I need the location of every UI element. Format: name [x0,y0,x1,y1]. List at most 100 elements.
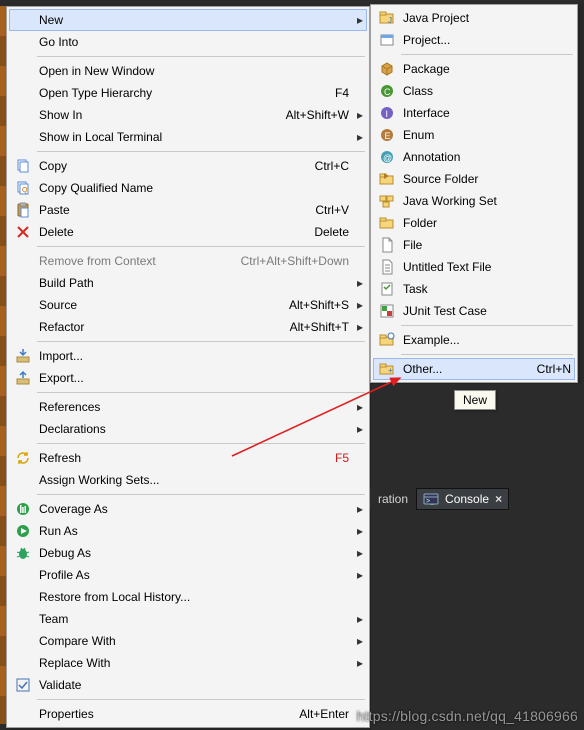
menu-item-open-type-hierarchy[interactable]: Open Type Hierarchy F4 [9,82,367,104]
submenu-arrow-icon: ▸ [349,298,363,312]
menu-item-profile-as[interactable]: Profile As ▸ [9,564,367,586]
menu-item-accel: F5 [335,451,349,465]
menu-item-label: Refactor [39,320,280,334]
menu-item-accel: Ctrl+Alt+Shift+Down [241,254,349,268]
blank-icon [13,63,33,79]
submenu-item-file[interactable]: File [373,234,575,256]
tab-console[interactable]: >_ Console × [416,488,509,510]
submenu-arrow-icon: ▸ [349,656,363,670]
menu-item-debug-as[interactable]: Debug As ▸ [9,542,367,564]
menu-item-go-into[interactable]: Go Into [9,31,367,53]
copy-icon [13,158,33,174]
submenu-arrow-icon: ▸ [349,130,363,144]
menu-separator [37,246,365,247]
menu-item-refresh[interactable]: Refresh F5 [9,447,367,469]
tab-bar: ration >_ Console × [370,488,584,510]
menu-item-paste[interactable]: Paste Ctrl+V [9,199,367,221]
submenu-item-class[interactable]: C Class [373,80,575,102]
menu-item-source[interactable]: Source Alt+Shift+S ▸ [9,294,367,316]
menu-item-open-new-window[interactable]: Open in New Window [9,60,367,82]
menu-item-label: Java Working Set [403,194,571,208]
menu-item-label: Replace With [39,656,349,670]
menu-item-new[interactable]: New ▸ [9,9,367,31]
blank-icon [13,399,33,415]
menu-separator [37,494,365,495]
menu-item-label: Validate [39,678,349,692]
submenu-item-java-working-set[interactable]: Java Working Set [373,190,575,212]
menu-separator [401,325,573,326]
submenu-item-source-folder[interactable]: Source Folder [373,168,575,190]
menu-item-label: Paste [39,203,305,217]
menu-item-assign-working-sets[interactable]: Assign Working Sets... [9,469,367,491]
annotation-icon: @ [377,149,397,165]
menu-item-label: Example... [403,333,571,347]
copy-qualified-icon: Q [13,180,33,196]
menu-item-team[interactable]: Team ▸ [9,608,367,630]
tab-partial-label[interactable]: ration [370,489,416,509]
menu-item-compare-with[interactable]: Compare With ▸ [9,630,367,652]
submenu-item-folder[interactable]: Folder [373,212,575,234]
submenu-arrow-icon: ▸ [349,320,363,334]
menu-item-label: Folder [403,216,571,230]
menu-separator [37,443,365,444]
menu-item-show-in-local-terminal[interactable]: Show in Local Terminal ▸ [9,126,367,148]
menu-item-declarations[interactable]: Declarations ▸ [9,418,367,440]
submenu-item-untitled-text-file[interactable]: Untitled Text File [373,256,575,278]
blank-icon [13,655,33,671]
menu-item-label: Show in Local Terminal [39,130,349,144]
menu-item-properties[interactable]: Properties Alt+Enter [9,703,367,725]
menu-item-copy-qualified-name[interactable]: Q Copy Qualified Name [9,177,367,199]
submenu-item-interface[interactable]: I Interface [373,102,575,124]
menu-item-refactor[interactable]: Refactor Alt+Shift+T ▸ [9,316,367,338]
menu-item-label: Other... [403,362,527,376]
menu-item-references[interactable]: References ▸ [9,396,367,418]
menu-item-label: Import... [39,349,349,363]
menu-item-label: Coverage As [39,502,349,516]
submenu-item-package[interactable]: Package [373,58,575,80]
menu-item-label: Declarations [39,422,349,436]
submenu-arrow-icon: ▸ [349,422,363,436]
menu-item-restore-local-history[interactable]: Restore from Local History... [9,586,367,608]
submenu-item-java-project[interactable]: J Java Project [373,7,575,29]
blank-icon [13,297,33,313]
menu-item-build-path[interactable]: Build Path ▸ [9,272,367,294]
menu-item-label: Untitled Text File [403,260,571,274]
blank-icon [13,129,33,145]
submenu-item-annotation[interactable]: @ Annotation [373,146,575,168]
submenu-arrow-icon: ▸ [349,108,363,122]
watermark: https://blog.csdn.net/qq_41806966 [357,708,578,724]
menu-item-delete[interactable]: Delete Delete [9,221,367,243]
menu-item-label: Open in New Window [39,64,349,78]
editor-background [370,384,584,730]
menu-item-label: New [39,13,349,27]
blank-icon [13,34,33,50]
submenu-item-junit-test-case[interactable]: JUnit Test Case [373,300,575,322]
blank-icon [13,472,33,488]
blank-icon [13,275,33,291]
submenu-item-task[interactable]: Task [373,278,575,300]
blank-icon [13,85,33,101]
menu-item-coverage-as[interactable]: Coverage As ▸ [9,498,367,520]
tab-close-icon[interactable]: × [495,492,502,506]
menu-item-replace-with[interactable]: Replace With ▸ [9,652,367,674]
submenu-item-example[interactable]: Example... [373,329,575,351]
menu-item-export[interactable]: Export... [9,367,367,389]
menu-item-validate[interactable]: Validate [9,674,367,696]
svg-text:E: E [385,131,391,141]
submenu-item-other[interactable]: + Other... Ctrl+N [373,358,575,380]
menu-item-label: Java Project [403,11,571,25]
menu-item-remove-from-context[interactable]: Remove from Context Ctrl+Alt+Shift+Down [9,250,367,272]
svg-text:@: @ [383,153,392,163]
menu-item-show-in[interactable]: Show In Alt+Shift+W ▸ [9,104,367,126]
menu-separator [401,354,573,355]
menu-item-label: Enum [403,128,571,142]
submenu-item-enum[interactable]: E Enum [373,124,575,146]
menu-item-copy[interactable]: Copy Ctrl+C [9,155,367,177]
menu-item-run-as[interactable]: Run As ▸ [9,520,367,542]
blank-icon [13,567,33,583]
tooltip-label: New [463,393,487,407]
svg-text:Q: Q [22,187,28,194]
submenu-item-project[interactable]: Project... [373,29,575,51]
svg-text:C: C [384,87,391,97]
menu-item-import[interactable]: Import... [9,345,367,367]
